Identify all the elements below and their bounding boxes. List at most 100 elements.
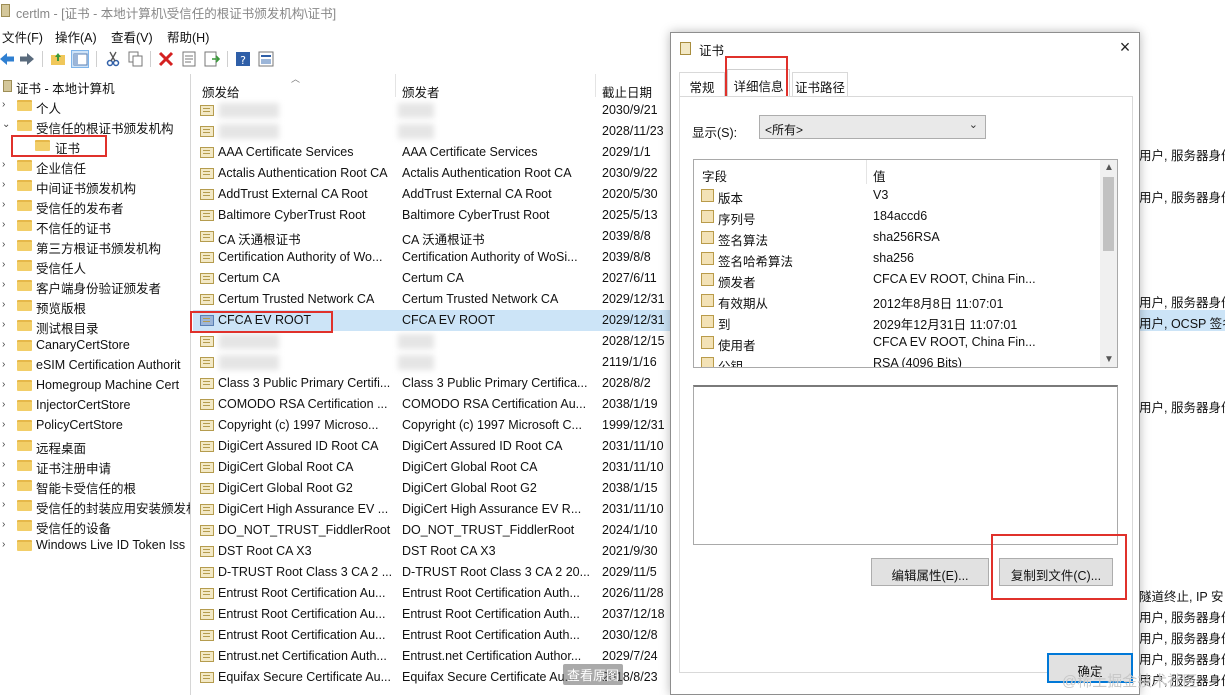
tree-item[interactable]: › InjectorCertStore	[0, 396, 190, 416]
scroll-up-icon[interactable]: ▲	[1104, 162, 1114, 173]
scroll-down-icon[interactable]: ▼	[1104, 354, 1114, 365]
tree-item-label: 中间证书颁发机构	[36, 182, 137, 196]
tree-item[interactable]: › 受信任的发布者	[0, 196, 190, 216]
collapsed-arrow-icon[interactable]: ›	[2, 199, 10, 210]
certificate-icon	[200, 273, 214, 284]
tab-general[interactable]: 常规	[679, 72, 725, 96]
tree-item[interactable]: › Windows Live ID Token Iss	[0, 536, 190, 556]
field-row[interactable]: 颁发者 CFCA EV ROOT, China Fin...	[694, 268, 1100, 290]
properties-icon[interactable]	[180, 50, 198, 68]
field-row[interactable]: 签名哈希算法 sha256	[694, 247, 1100, 269]
tree-item[interactable]: › 受信任的设备	[0, 516, 190, 536]
collapsed-arrow-icon[interactable]: ›	[2, 339, 10, 350]
certificate-icon	[200, 525, 214, 536]
collapsed-arrow-icon[interactable]: ›	[2, 299, 10, 310]
tree-item[interactable]: ⌄ 受信任的根证书颁发机构	[0, 116, 190, 136]
console-view-icon[interactable]	[257, 50, 275, 68]
cell-expiration: 2020/5/30	[602, 187, 658, 201]
field-row[interactable]: 序列号 184accd6	[694, 205, 1100, 227]
field-icon	[701, 336, 714, 349]
collapsed-arrow-icon[interactable]: ›	[2, 459, 10, 470]
delete-icon[interactable]	[157, 50, 175, 68]
help-icon[interactable]: ?	[234, 50, 252, 68]
tree-item[interactable]: › 个人	[0, 96, 190, 116]
cut-icon[interactable]	[104, 50, 122, 68]
menu-view[interactable]: 查看(V)	[111, 27, 153, 46]
collapsed-arrow-icon[interactable]: ›	[2, 439, 10, 450]
back-arrow-icon[interactable]	[0, 50, 16, 68]
collapsed-arrow-icon[interactable]: ›	[2, 419, 10, 430]
collapsed-arrow-icon[interactable]: ›	[2, 479, 10, 490]
cell-intended-purposes: 用户, 服务器身份	[1139, 191, 1225, 205]
show-hide-console-tree-icon[interactable]	[71, 50, 89, 68]
tree-item[interactable]: › 测试根目录	[0, 316, 190, 336]
tab-certification-path[interactable]: 证书路径	[792, 72, 848, 96]
tree-item[interactable]: › 受信任的封装应用安装颁发机	[0, 496, 190, 516]
field-row[interactable]: 使用者 CFCA EV ROOT, China Fin...	[694, 331, 1100, 353]
tree-item[interactable]: › CanaryCertStore	[0, 336, 190, 356]
field-value-box[interactable]	[693, 385, 1118, 545]
collapsed-arrow-icon[interactable]: ›	[2, 319, 10, 330]
tree-item-label: 智能卡受信任的根	[36, 482, 137, 496]
collapsed-arrow-icon[interactable]: ›	[2, 359, 10, 370]
view-original-label[interactable]: 查看原图	[563, 664, 624, 685]
menu-action[interactable]: 操作(A)	[55, 27, 97, 46]
tree-item[interactable]: › Homegroup Machine Cert	[0, 376, 190, 396]
collapsed-arrow-icon[interactable]: ›	[2, 259, 10, 270]
tree-item[interactable]: › eSIM Certification Authorit	[0, 356, 190, 376]
column-expiration[interactable]: 截止日期	[602, 82, 652, 101]
cell-issued-by: Copyright (c) 1997 Microsoft C...	[402, 418, 582, 432]
collapsed-arrow-icon[interactable]: ›	[2, 379, 10, 390]
tree-item[interactable]: › 客户端身份验证颁发者	[0, 276, 190, 296]
collapsed-arrow-icon[interactable]: ›	[2, 179, 10, 190]
value-column-header[interactable]: 值	[873, 166, 886, 185]
copy-icon[interactable]	[126, 50, 144, 68]
tree-item[interactable]: › 受信任人	[0, 256, 190, 276]
tree-item[interactable]: › 第三方根证书颁发机构	[0, 236, 190, 256]
menu-file[interactable]: 文件(F)	[2, 27, 43, 46]
forward-arrow-icon[interactable]	[18, 50, 36, 68]
field-list-scrollbar[interactable]: ▲ ▼	[1100, 160, 1117, 367]
menu-help[interactable]: 帮助(H)	[167, 27, 209, 46]
cell-issued-by: Certification Authority of WoSi...	[402, 250, 578, 264]
collapsed-arrow-icon[interactable]: ›	[2, 99, 10, 110]
collapsed-arrow-icon[interactable]: ›	[2, 239, 10, 250]
show-select[interactable]: <所有> ⌄	[759, 115, 986, 139]
field-row[interactable]: 公钥 RSA (4096 Bits)	[694, 352, 1100, 367]
tree-item[interactable]: › 预览版根	[0, 296, 190, 316]
collapsed-arrow-icon[interactable]: ›	[2, 499, 10, 510]
collapsed-arrow-icon[interactable]: ›	[2, 159, 10, 170]
tree-item[interactable]: › 不信任的证书	[0, 216, 190, 236]
field-row[interactable]: 版本 V3	[694, 184, 1100, 206]
tree-item[interactable]: › PolicyCertStore	[0, 416, 190, 436]
field-row[interactable]: 到 2029年12月31日 11:07:01	[694, 310, 1100, 332]
field-value: sha256RSA	[873, 230, 940, 244]
field-icon	[701, 252, 714, 265]
cell-expiration: 2030/9/21	[602, 103, 658, 117]
expanded-arrow-icon[interactable]: ⌄	[2, 119, 10, 130]
tree-item[interactable]: › 证书注册申请	[0, 456, 190, 476]
tree-item[interactable]: › 远程桌面	[0, 436, 190, 456]
sort-up-icon: ︿	[291, 74, 301, 84]
tree-item[interactable]: › 企业信任	[0, 156, 190, 176]
field-list[interactable]: 字段 值 版本 V3 序列号 184accd6 签名算法 sha256RSA 签名哈希算法 s…	[693, 159, 1118, 368]
tree-highlight-box	[11, 135, 107, 157]
tree-item[interactable]: › 智能卡受信任的根	[0, 476, 190, 496]
collapsed-arrow-icon[interactable]: ›	[2, 279, 10, 290]
field-column-header[interactable]: 字段	[702, 166, 727, 185]
column-issued-by[interactable]: 颁发者	[402, 82, 440, 101]
edit-properties-button[interactable]: 编辑属性(E)...	[871, 558, 989, 586]
field-row[interactable]: 签名算法 sha256RSA	[694, 226, 1100, 248]
up-folder-icon[interactable]	[49, 50, 67, 68]
scroll-thumb[interactable]	[1103, 177, 1114, 251]
collapsed-arrow-icon[interactable]: ›	[2, 519, 10, 530]
collapsed-arrow-icon[interactable]: ›	[2, 219, 10, 230]
export-list-icon[interactable]	[203, 50, 221, 68]
collapsed-arrow-icon[interactable]: ›	[2, 539, 10, 550]
field-row[interactable]: 有效期从 2012年8月8日 11:07:01	[694, 289, 1100, 311]
collapsed-arrow-icon[interactable]: ›	[2, 399, 10, 410]
folder-icon	[17, 340, 32, 351]
close-icon[interactable]: ×	[1115, 37, 1135, 57]
column-issued-to[interactable]: 颁发给	[202, 82, 240, 101]
tree-item[interactable]: › 中间证书颁发机构	[0, 176, 190, 196]
